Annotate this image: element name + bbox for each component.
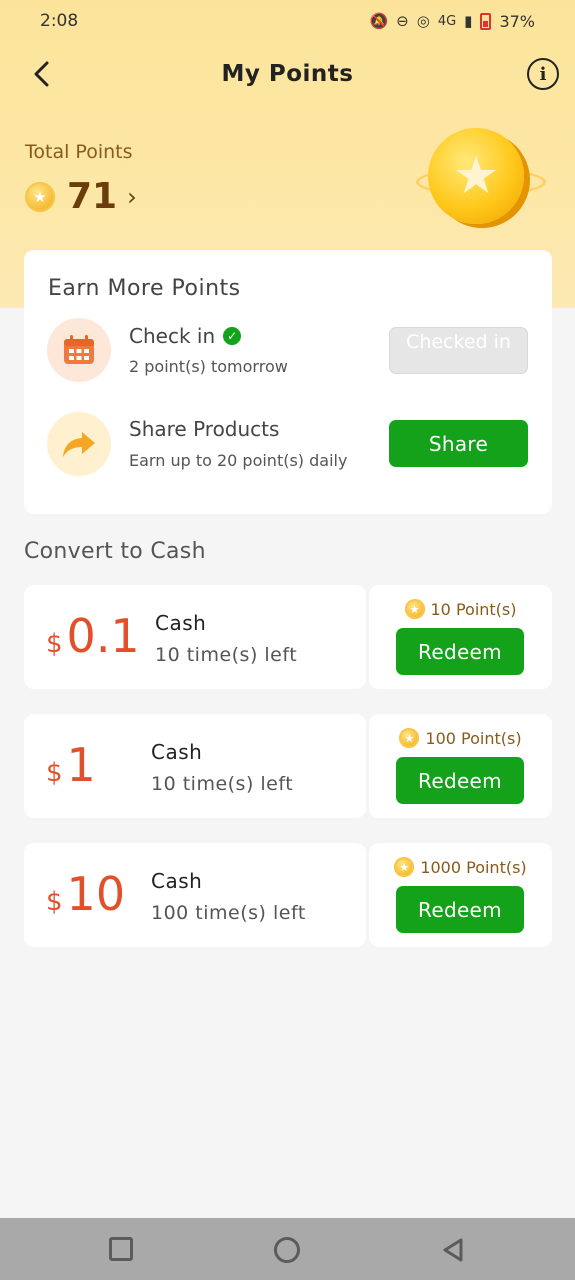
- cash-amount: $ 0.1: [46, 609, 140, 663]
- currency-symbol: $: [46, 629, 63, 659]
- redeem-button[interactable]: Redeem: [396, 628, 524, 675]
- coin-icon: ★: [399, 728, 420, 748]
- info-button[interactable]: i: [527, 58, 559, 90]
- earn-points-card: Earn More Points Check in ✓ 2 point(s) t…: [24, 250, 552, 514]
- chevron-right-icon: ›: [127, 182, 137, 211]
- total-points-row[interactable]: ★ 71 ›: [25, 176, 137, 217]
- signal-icon: ▮: [464, 12, 473, 30]
- checkin-label: Check in: [129, 324, 216, 348]
- system-back-button[interactable]: [441, 1237, 467, 1263]
- page-title: My Points: [221, 61, 354, 87]
- back-button[interactable]: [24, 56, 60, 92]
- point-cost: ★ 10 Point(s): [369, 599, 552, 619]
- total-points-label: Total Points: [25, 141, 133, 163]
- system-navigation-bar: [0, 1218, 575, 1280]
- cash-item-redeem: ★ 10 Point(s) Redeem: [369, 585, 552, 689]
- star-icon: ★: [452, 146, 500, 206]
- hotspot-icon: ◎: [416, 12, 430, 30]
- cash-item-redeem: ★ 1000 Point(s) Redeem: [369, 843, 552, 947]
- amount-value: 0.1: [66, 609, 140, 663]
- redeem-button[interactable]: Redeem: [396, 886, 524, 933]
- cash-amount: $ 1: [46, 738, 96, 792]
- cash-name: Cash: [151, 740, 203, 764]
- cash-item-info: $ 10 Cash 100 time(s) left: [24, 843, 366, 947]
- checked-in-button[interactable]: Checked in: [389, 327, 528, 374]
- status-time: 2:08: [40, 11, 79, 31]
- times-left: 100 time(s) left: [151, 902, 306, 924]
- point-cost-label: 1000 Point(s): [420, 857, 527, 877]
- total-points-value: 71: [67, 176, 118, 217]
- triangle-back-icon: [443, 1238, 463, 1262]
- app-bar: My Points i: [0, 48, 575, 100]
- share-arrow-icon: [47, 412, 111, 476]
- point-cost: ★ 100 Point(s): [369, 728, 552, 748]
- coin-icon: ★: [404, 599, 425, 619]
- amount-value: 10: [66, 867, 126, 921]
- status-bar: 2:08 🔕 ⊖ ◎ 4G ▮ 37%: [0, 0, 575, 42]
- share-button[interactable]: Share: [389, 420, 528, 467]
- battery-level: 37%: [499, 11, 535, 31]
- times-left: 10 time(s) left: [155, 644, 298, 666]
- dnd-icon: ⊖: [396, 12, 409, 30]
- calendar-icon: [47, 318, 111, 382]
- coin-icon: ★: [25, 181, 55, 212]
- cash-amount: $ 10: [46, 867, 125, 921]
- status-icons: 🔕 ⊖ ◎ 4G ▮ 37%: [369, 12, 535, 31]
- info-icon: i: [539, 63, 547, 85]
- home-button[interactable]: [274, 1237, 300, 1263]
- currency-symbol: $: [46, 887, 63, 917]
- currency-symbol: $: [46, 758, 63, 788]
- share-subtitle: Earn up to 20 point(s) daily: [129, 451, 348, 470]
- gold-coin-illustration: ★: [428, 128, 524, 224]
- cash-name: Cash: [151, 869, 203, 893]
- amount-value: 1: [66, 738, 96, 792]
- check-circle-icon: ✓: [223, 327, 242, 345]
- cash-item-info: $ 1 Cash 10 time(s) left: [24, 714, 366, 818]
- share-title: Share Products: [129, 417, 280, 441]
- back-arrow-icon: [34, 61, 49, 87]
- convert-section-title: Convert to Cash: [24, 539, 206, 564]
- recent-apps-button[interactable]: [109, 1237, 133, 1261]
- cash-item-redeem: ★ 100 Point(s) Redeem: [369, 714, 552, 818]
- checkin-subtitle: 2 point(s) tomorrow: [129, 357, 288, 376]
- point-cost: ★ 1000 Point(s): [369, 857, 552, 877]
- redeem-button[interactable]: Redeem: [396, 757, 524, 804]
- coin-icon: ★: [394, 857, 415, 877]
- cash-item-info: $ 0.1 Cash 10 time(s) left: [24, 585, 366, 689]
- earn-title: Earn More Points: [48, 276, 241, 301]
- checkin-title: Check in ✓: [129, 324, 242, 348]
- point-cost-label: 100 Point(s): [425, 728, 522, 748]
- times-left: 10 time(s) left: [151, 773, 294, 795]
- network-label: 4G: [437, 13, 457, 29]
- point-cost-label: 10 Point(s): [430, 599, 517, 619]
- cash-name: Cash: [155, 611, 207, 635]
- mute-icon: 🔕: [369, 12, 389, 30]
- battery-icon: [480, 12, 492, 30]
